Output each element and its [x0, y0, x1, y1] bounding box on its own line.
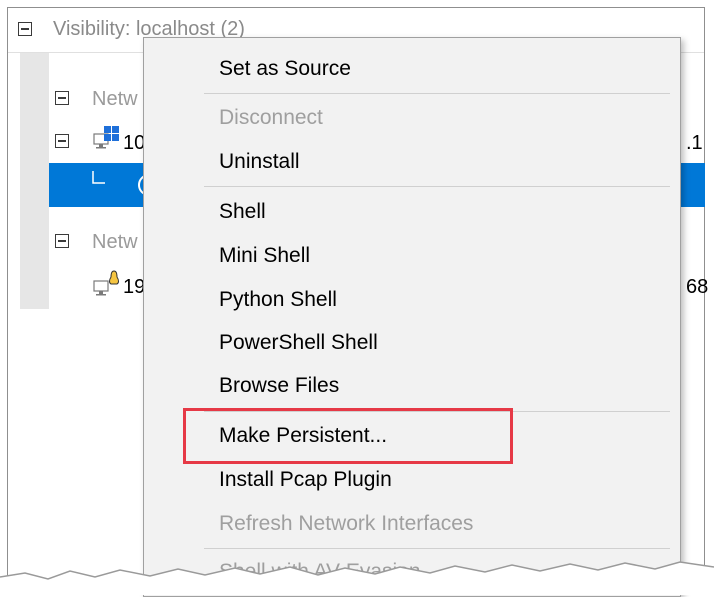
linux-logo-icon	[109, 270, 119, 285]
network-group-label: Netw	[92, 231, 138, 253]
collapse-icon[interactable]	[18, 22, 32, 36]
context-menu: Set as Source Disconnect Uninstall Shell…	[143, 37, 681, 597]
host-label[interactable]: 19	[123, 276, 145, 299]
torn-edge-decoration	[0, 561, 714, 595]
menu-item-python-shell[interactable]: Python Shell	[219, 288, 337, 312]
menu-item-shell[interactable]: Shell	[219, 200, 266, 224]
host-address-fragment: .1	[686, 132, 703, 154]
menu-separator	[204, 186, 670, 187]
menu-item-uninstall[interactable]: Uninstall	[219, 150, 300, 174]
menu-item-refresh-network-interfaces: Refresh Network Interfaces	[219, 512, 474, 535]
menu-separator	[204, 93, 670, 94]
tree-gutter	[20, 53, 49, 309]
menu-item-mini-shell[interactable]: Mini Shell	[219, 244, 310, 268]
host-label[interactable]: 10	[123, 132, 145, 155]
collapse-icon[interactable]	[55, 234, 69, 248]
menu-item-install-pcap-plugin[interactable]: Install Pcap Plugin	[219, 468, 392, 492]
menu-separator	[204, 548, 670, 549]
menu-item-set-as-source[interactable]: Set as Source	[219, 57, 351, 81]
annotation-highlight-box	[183, 408, 513, 464]
menu-item-browse-files[interactable]: Browse Files	[219, 374, 339, 398]
menu-item-powershell-shell[interactable]: PowerShell Shell	[219, 331, 378, 355]
menu-icon-column	[144, 38, 189, 596]
menu-item-disconnect: Disconnect	[219, 106, 323, 129]
windows-logo-icon	[104, 126, 119, 141]
tree-connector-icon	[92, 171, 105, 184]
collapse-icon[interactable]	[55, 91, 69, 105]
network-group-label: Netw	[92, 88, 138, 110]
collapse-icon[interactable]	[55, 134, 69, 148]
host-address-fragment: 68	[686, 276, 709, 298]
